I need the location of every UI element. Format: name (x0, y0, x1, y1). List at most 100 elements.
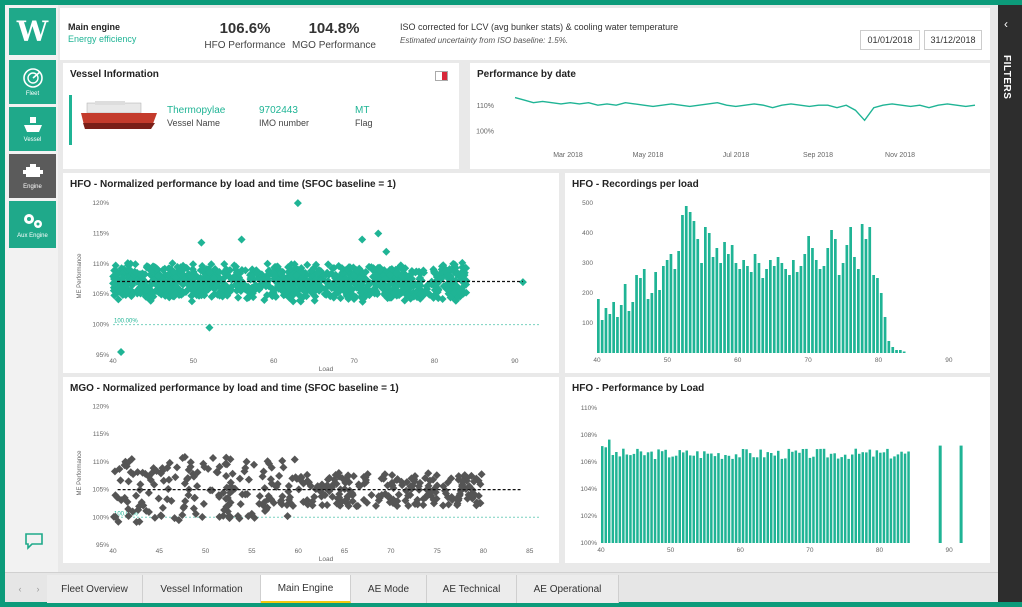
tab-fleet-overview[interactable]: Fleet Overview (47, 575, 143, 603)
sidebar-item-label: Engine (23, 184, 42, 190)
data-point (290, 455, 299, 464)
performance-bar (893, 456, 896, 543)
x-tick-label: 45 (156, 548, 164, 555)
performance-bar (858, 453, 861, 543)
recordings-bar (681, 215, 684, 353)
recordings-bar (864, 239, 868, 353)
recordings-bar (887, 341, 891, 353)
chevron-left-icon[interactable]: ‹ (1004, 17, 1008, 31)
x-tick-label: May 2018 (633, 152, 664, 159)
tab-ae-mode[interactable]: AE Mode (351, 575, 427, 603)
engine-icon (22, 164, 43, 177)
recordings-bar (772, 266, 776, 353)
recordings-bar (604, 308, 608, 353)
recordings-bar (723, 242, 726, 353)
x-tick-label: 80 (876, 547, 884, 554)
x-tick-label: 50 (667, 547, 675, 554)
performance-bar (660, 451, 664, 543)
tab-ae-operational[interactable]: AE Operational (517, 575, 619, 603)
performance-bar (611, 455, 615, 543)
recordings-bar (707, 233, 711, 353)
x-tick-label: 55 (248, 548, 256, 555)
sidebar-item-fleet[interactable]: Fleet (9, 60, 56, 104)
recordings-bar (860, 224, 864, 353)
tab-nav[interactable]: ‹ › (11, 575, 47, 603)
vessel-image (81, 101, 157, 129)
recordings-bar (711, 257, 715, 353)
recordings-bar (811, 248, 814, 353)
tab-main-engine[interactable]: Main Engine (261, 575, 351, 603)
performance-bar (851, 454, 854, 543)
flag-icon (435, 71, 448, 81)
recordings-bar (623, 284, 627, 353)
x-tick-label: 80 (431, 358, 439, 365)
recordings-bar (704, 227, 707, 353)
kpi-hfo: 106.6% HFO Performance (200, 20, 290, 51)
sidebar-item-engine[interactable]: Engine (9, 154, 56, 198)
sidebar-item-vessel[interactable]: Vessel (9, 107, 56, 151)
performance-bar (815, 449, 819, 543)
chevron-right-icon[interactable]: › (37, 584, 40, 594)
performance-bar (773, 455, 776, 543)
performance-bar (808, 457, 812, 543)
performance-bar (889, 458, 893, 543)
data-point (318, 501, 327, 510)
y-tick-label: 104% (580, 486, 597, 493)
recordings-bar (665, 260, 669, 353)
data-point (244, 475, 253, 484)
recordings-bar (776, 257, 780, 353)
date-to-field[interactable]: 31/12/2018 (924, 30, 982, 50)
recordings-bar (853, 257, 856, 353)
performance-bar (699, 458, 703, 543)
performance-bar (805, 448, 808, 543)
filters-pane[interactable]: ‹ FILTERS (998, 5, 1022, 602)
y-tick-label: 108% (580, 432, 597, 439)
kpi-mgo: 104.8% MGO Performance (288, 20, 380, 51)
y-tick-label: 400 (582, 230, 593, 237)
recordings-bar (902, 351, 906, 353)
recordings-bar (654, 272, 657, 353)
recordings-bar (684, 206, 688, 353)
sidebar-item-label: Fleet (25, 91, 40, 97)
performance-bar (843, 454, 847, 543)
recordings-bar (849, 227, 852, 353)
x-tick-label: 85 (526, 548, 534, 555)
x-tick-label: 40 (593, 357, 601, 364)
recordings-bar (639, 278, 642, 353)
performance-bar (703, 451, 706, 543)
tab-vessel-information[interactable]: Vessel Information (143, 575, 261, 603)
performance-bar (829, 453, 833, 543)
vessel-info-card: Vessel Information Thermopylae Vessel Na… (63, 63, 459, 169)
y-tick-label: 110% (93, 261, 109, 268)
performance-bar (657, 449, 660, 543)
performance-bar (766, 452, 769, 543)
chevron-left-icon[interactable]: ‹ (19, 584, 22, 594)
data-point (189, 260, 198, 269)
y-tick-label: 95% (96, 542, 109, 549)
data-point (164, 484, 173, 493)
recordings-bar (834, 239, 837, 353)
sidebar-item-aux-engine[interactable]: Aux Engine (9, 201, 56, 248)
sidebar-item-label: Vessel (23, 137, 42, 143)
x-tick-label: 60 (270, 358, 278, 365)
y-tick-label: 110% (477, 103, 494, 110)
y-tick-label: 110% (93, 459, 109, 466)
performance-bar (696, 451, 699, 543)
performance-bar (840, 457, 843, 543)
performance-bar (738, 457, 741, 543)
tab-ae-technical[interactable]: AE Technical (427, 575, 517, 603)
page-tabs: ‹ › Fleet Overview Vessel Information Mai… (5, 572, 998, 603)
recordings-bar (646, 299, 650, 353)
engine-subtitle: Energy efficiency (68, 34, 137, 44)
ship-icon (23, 117, 42, 132)
performance-bar (727, 455, 731, 543)
recordings-bar (730, 245, 734, 353)
chat-icon[interactable] (24, 532, 44, 555)
x-tick-label: 70 (387, 548, 395, 555)
date-from-field[interactable]: 01/01/2018 (860, 30, 920, 50)
kpi-label: HFO Performance (204, 40, 286, 51)
recordings-bar (769, 260, 772, 353)
performance-bar (674, 455, 678, 543)
performance-bar (636, 448, 639, 543)
recordings-bar (883, 317, 887, 353)
